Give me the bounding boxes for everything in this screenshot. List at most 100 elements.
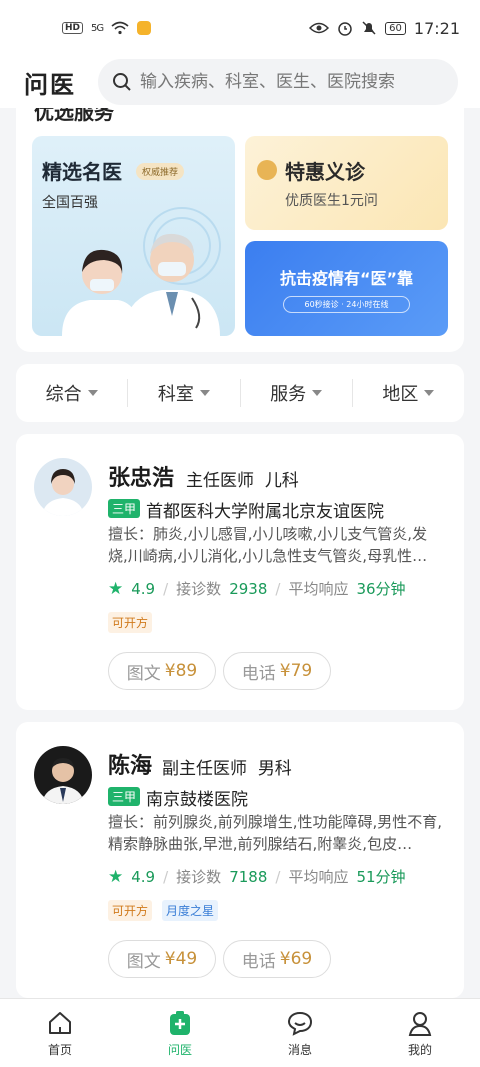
epidemic-subtitle: 60秒接诊 · 24小时在线 [283, 296, 410, 313]
consult-label: 接诊数 [176, 580, 222, 598]
tab-label: 我的 [407, 1042, 432, 1057]
bottom-tab-bar: 首页 问医 消息 我的 [0, 998, 480, 1067]
service-label: 图文 [126, 663, 161, 684]
filter-label: 服务 [270, 384, 307, 405]
caret-down-icon [87, 390, 98, 396]
status-right: 60 17:21 [309, 19, 460, 38]
tab-label: 首页 [47, 1042, 72, 1057]
search-bar[interactable] [98, 59, 458, 105]
eye-icon [309, 22, 330, 34]
service-section-title: 优选服务 [34, 108, 114, 124]
avatar [34, 458, 92, 516]
famous-doctor-banner[interactable]: 精选名医 权威推荐 全国百强 [32, 136, 235, 336]
filter-department[interactable]: 科室 [128, 379, 241, 407]
phone-consult-button[interactable]: 电话 ¥79 [223, 652, 331, 690]
hospital-grade-badge: 三甲 [108, 787, 141, 806]
star-icon: ★ [108, 578, 124, 599]
doctor-rank: 主任医师 [186, 471, 254, 491]
divider: / [275, 867, 281, 886]
app-notification-icon [137, 21, 152, 35]
filter-label: 科室 [157, 384, 194, 405]
prescription-tag: 可开方 [108, 900, 153, 921]
search-input[interactable] [140, 72, 444, 92]
search-icon [113, 73, 131, 91]
tab-label: 消息 [287, 1042, 312, 1057]
doctor-specialty: 擅长：前列腺炎,前列腺增生,性功能障碍,男性不育,精索静脉曲张,早泄,前列腺结石… [108, 813, 443, 853]
clock: 17:21 [413, 18, 460, 38]
prescription-tag: 可开方 [108, 612, 153, 633]
epidemic-title: 抗击疫情有“医”靠 [279, 269, 414, 288]
caret-down-icon [199, 390, 210, 396]
avatar [34, 746, 92, 804]
doctor-card[interactable]: 张忠浩 主任医师 儿科 三甲 首都医科大学附属北京友谊医院 擅长：肺炎,小儿感冒… [16, 434, 464, 710]
tab-label: 问医 [167, 1042, 192, 1057]
filter-label: 地区 [382, 384, 419, 405]
doctor-title: 主任医师 儿科 [186, 466, 299, 491]
signal-icon: 5G [91, 22, 104, 34]
tab-ask-doctor[interactable]: 问医 [120, 999, 240, 1067]
battery-icon: 60 [385, 21, 406, 35]
tab-home[interactable]: 首页 [0, 999, 120, 1067]
service-label: 图文 [126, 951, 161, 972]
doctor-name: 张忠浩 [108, 466, 175, 491]
service-label: 电话 [241, 951, 276, 972]
alarm-icon [338, 22, 352, 36]
medkit-icon [170, 1010, 190, 1035]
star-of-month-tag: 月度之星 [162, 900, 219, 921]
filter-region[interactable]: 地区 [353, 379, 464, 407]
divider: / [163, 867, 169, 886]
text-consult-button[interactable]: 图文 ¥49 [108, 940, 216, 978]
rating-value: 4.9 [131, 579, 156, 598]
divider: / [275, 579, 281, 598]
filter-bar: 综合 科室 服务 地区 [16, 364, 464, 422]
page-title: 问医 [24, 70, 76, 99]
doctor-department: 儿科 [264, 471, 299, 491]
discount-consult-subtitle: 优质医生1元问 [285, 193, 378, 209]
consult-count: 7188 [229, 867, 268, 886]
doctor-department: 男科 [257, 759, 292, 779]
mute-icon [362, 21, 376, 35]
response-label: 平均响应 [288, 868, 349, 886]
service-price: ¥79 [279, 661, 313, 681]
service-price: ¥49 [164, 949, 198, 969]
discount-consult-title: 特惠义诊 [285, 160, 365, 184]
doctor-name: 陈海 [108, 754, 153, 779]
service-section: 优选服务 精选名医 权威推荐 全国百强 特惠义诊 优质医生1元问 抗击疫情有“医… [16, 108, 464, 352]
wifi-icon [111, 21, 129, 35]
rating-value: 4.9 [131, 867, 156, 886]
discount-consult-banner[interactable]: 特惠义诊 优质医生1元问 [245, 136, 448, 230]
response-label: 平均响应 [288, 580, 349, 598]
home-icon [49, 1011, 71, 1034]
doctor-stats: ★ 4.9 / 接诊数 2938 / 平均响应 36分钟 [108, 578, 406, 599]
status-left: HD 5G [62, 21, 152, 35]
filter-label: 综合 [45, 384, 82, 405]
tab-messages[interactable]: 消息 [240, 999, 360, 1067]
filter-comprehensive[interactable]: 综合 [16, 379, 129, 407]
tab-profile[interactable]: 我的 [360, 999, 480, 1067]
doctor-title: 副主任医师 男科 [162, 754, 292, 779]
service-label: 电话 [241, 663, 276, 684]
doctor-rank: 副主任医师 [162, 759, 247, 779]
hd-indicator: HD [62, 22, 84, 34]
epidemic-banner[interactable]: 抗击疫情有“医”靠 60秒接诊 · 24小时在线 [245, 241, 448, 336]
doctor-specialty: 擅长：肺炎,小儿感冒,小儿咳嗽,小儿支气管炎,发烧,川崎病,小儿消化,小儿急性支… [108, 525, 428, 565]
hospital-grade-badge: 三甲 [108, 499, 141, 518]
consult-label: 接诊数 [176, 868, 222, 886]
text-consult-button[interactable]: 图文 ¥89 [108, 652, 216, 690]
consult-count: 2938 [229, 579, 268, 598]
phone-consult-button[interactable]: 电话 ¥69 [223, 940, 331, 978]
caret-down-icon [312, 390, 323, 396]
crown-icon [257, 160, 277, 180]
service-price: ¥89 [164, 661, 198, 681]
hospital-name: 南京鼓楼医院 [146, 790, 248, 810]
response-time: 51分钟 [356, 868, 406, 886]
star-icon: ★ [108, 866, 124, 887]
filter-service[interactable]: 服务 [241, 379, 353, 407]
user-icon [408, 1011, 432, 1036]
doctors-illustration [62, 207, 221, 336]
hospital-name: 首都医科大学附属北京友谊医院 [146, 502, 384, 522]
status-bar: HD 5G 60 17:21 [0, 0, 480, 56]
response-time: 36分钟 [356, 580, 406, 598]
doctor-card[interactable]: 陈海 副主任医师 男科 三甲 南京鼓楼医院 擅长：前列腺炎,前列腺增生,性功能障… [16, 722, 464, 998]
chat-icon [287, 1011, 313, 1036]
